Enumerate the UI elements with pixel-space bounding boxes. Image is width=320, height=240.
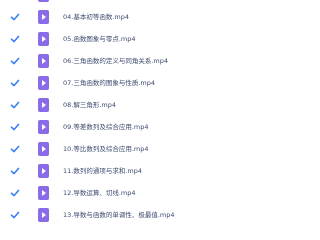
video-file-icon [38,98,49,112]
video-file-icon [38,120,49,134]
checkbox-checked-icon[interactable] [9,121,21,133]
file-row[interactable]: 08.解三角形.mp4 [0,96,218,116]
file-row[interactable]: 13.导数与函数的单调性、极最值.mp4 [0,206,218,226]
checkbox-checked-icon[interactable] [9,143,21,155]
file-name: 10.等比数列及综合应用.mp4 [63,145,149,153]
file-row[interactable] [0,0,218,6]
file-name: 09.等差数列及综合应用.mp4 [63,123,149,131]
checkbox-checked-icon[interactable] [9,187,21,199]
file-list: 04.基本初等函数.mp4 05.函数图象与零点.mp4 06.三角函数的定义与… [0,0,218,222]
checkbox-checked-icon[interactable] [9,55,21,67]
file-row[interactable]: 10.等比数列及综合应用.mp4 [0,140,218,160]
file-row[interactable]: 07.三角函数的图象与性质.mp4 [0,74,218,94]
checkbox-checked-icon[interactable] [9,77,21,89]
file-name: 11.数列的通项与求和.mp4 [63,167,142,175]
video-file-icon [38,0,49,2]
file-row[interactable]: 09.等差数列及综合应用.mp4 [0,118,218,138]
video-file-icon [38,54,49,68]
file-name: 07.三角函数的图象与性质.mp4 [63,79,155,87]
file-row[interactable]: 04.基本初等函数.mp4 [0,8,218,28]
checkbox-checked-icon[interactable] [9,209,21,221]
video-file-icon [38,10,49,24]
video-file-icon [38,76,49,90]
video-file-icon [38,208,49,222]
file-name: 13.导数与函数的单调性、极最值.mp4 [63,211,175,219]
file-row[interactable]: 06.三角函数的定义与同角关系.mp4 [0,52,218,72]
checkbox-checked-icon[interactable] [9,11,21,23]
checkbox-checked-icon[interactable] [9,0,21,1]
checkbox-checked-icon[interactable] [9,99,21,111]
file-row[interactable]: 05.函数图象与零点.mp4 [0,30,218,50]
file-name: 12.导数运算、切线.mp4 [63,189,136,197]
file-name: 04.基本初等函数.mp4 [63,13,129,21]
checkbox-checked-icon[interactable] [9,33,21,45]
checkbox-checked-icon[interactable] [9,165,21,177]
video-file-icon [38,142,49,156]
file-name: 05.函数图象与零点.mp4 [63,35,136,43]
file-row[interactable]: 12.导数运算、切线.mp4 [0,184,218,204]
file-name: 08.解三角形.mp4 [63,101,116,109]
file-row[interactable]: 11.数列的通项与求和.mp4 [0,162,218,182]
file-name: 06.三角函数的定义与同角关系.mp4 [63,57,168,65]
video-file-icon [38,186,49,200]
video-file-icon [38,164,49,178]
video-file-icon [38,32,49,46]
